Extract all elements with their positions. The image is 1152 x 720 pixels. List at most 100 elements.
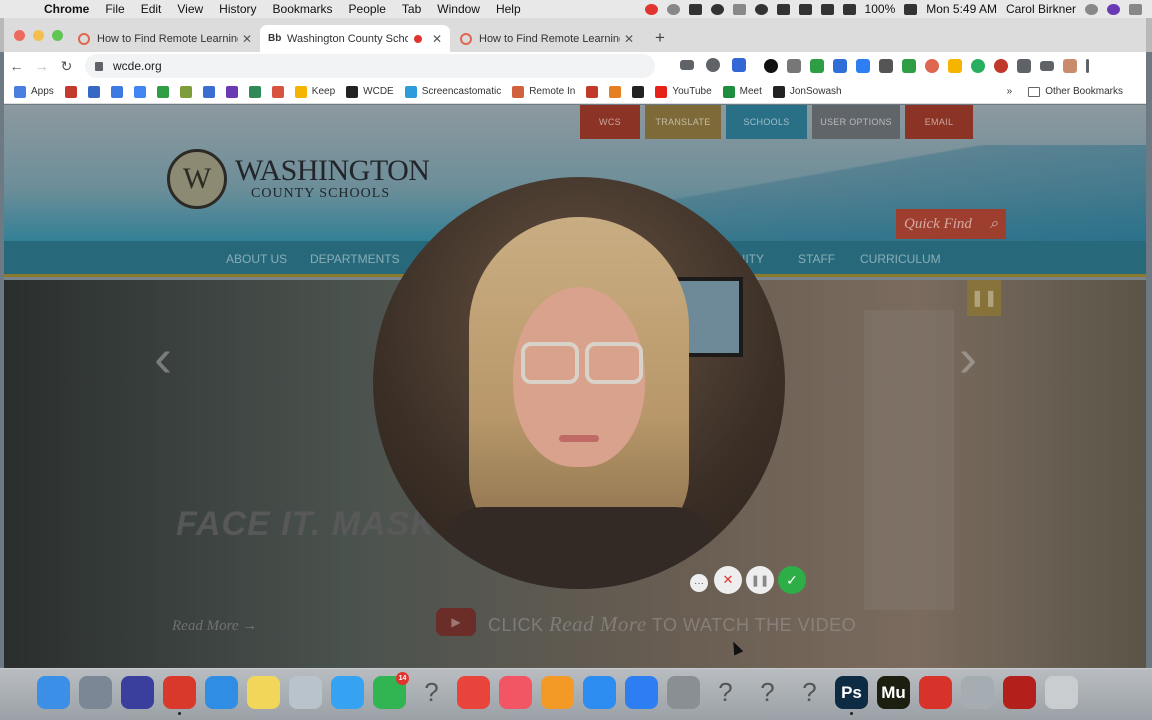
battery-icon[interactable]: [904, 3, 918, 15]
slide-prev-arrow-icon[interactable]: ‹: [154, 327, 172, 389]
tab-remote-learning-1[interactable]: How to Find Remote Learning S ✕: [70, 25, 260, 52]
camera-icon[interactable]: [680, 60, 694, 70]
bookmark-item[interactable]: [156, 85, 169, 98]
menu-bookmarks[interactable]: Bookmarks: [265, 2, 341, 16]
notes-icon[interactable]: [247, 676, 280, 709]
menu-user[interactable]: Carol Birkner: [1006, 2, 1076, 16]
menu-file[interactable]: File: [97, 2, 132, 16]
creative-cloud-icon[interactable]: [919, 676, 952, 709]
unknown-app-icon[interactable]: ?: [709, 676, 742, 709]
tab-washington-county[interactable]: Bb Washington County School ✕: [260, 25, 450, 52]
watch-video-caption[interactable]: CLICK Read More TO WATCH THE VIDEO: [488, 612, 856, 637]
menu-tab[interactable]: Tab: [394, 2, 429, 16]
zoom-icon[interactable]: [706, 58, 720, 72]
profile-avatar[interactable]: [1063, 59, 1077, 73]
launchpad-icon[interactable]: [79, 676, 112, 709]
extension-icon[interactable]: [971, 59, 985, 73]
bookmark-item[interactable]: [64, 85, 77, 98]
site-logo[interactable]: W WASHINGTON COUNTY SCHOOLS: [167, 149, 430, 209]
extension-icon[interactable]: [994, 59, 1008, 73]
close-tab-icon[interactable]: ✕: [242, 32, 252, 46]
extension-icon[interactable]: [902, 59, 916, 73]
bookmark-item[interactable]: WCDE: [346, 85, 394, 98]
bookmark-item[interactable]: [87, 85, 100, 98]
bookmark-item[interactable]: Screencastomatic: [404, 85, 501, 98]
safari-icon[interactable]: [205, 676, 238, 709]
bookmark-item[interactable]: [202, 85, 215, 98]
chevron-right-icon[interactable]: »: [1007, 86, 1013, 97]
bookmark-item[interactable]: [586, 85, 599, 98]
menu-help[interactable]: Help: [488, 2, 529, 16]
finder-icon[interactable]: [37, 676, 70, 709]
time-machine-icon[interactable]: [754, 3, 768, 15]
site-top-button[interactable]: TRANSLATE: [645, 105, 721, 139]
menu-window[interactable]: Window: [429, 2, 488, 16]
recorder-more-icon[interactable]: ···: [690, 574, 708, 592]
slide-next-arrow-icon[interactable]: ›: [959, 327, 977, 389]
app-store-icon[interactable]: [583, 676, 616, 709]
chrome-icon[interactable]: [163, 676, 196, 715]
site-top-button[interactable]: SCHOOLS: [726, 105, 807, 139]
new-tab-icon[interactable]: +: [655, 28, 665, 48]
reload-icon[interactable]: ↻: [54, 58, 79, 75]
facetime-icon[interactable]: 14: [373, 672, 409, 709]
recorder-done-icon[interactable]: ✓: [778, 566, 806, 594]
bookmark-item[interactable]: Remote In: [512, 85, 575, 98]
messages-icon[interactable]: [331, 676, 364, 709]
youtube-play-icon[interactable]: ▶: [436, 608, 476, 636]
zoom-icon[interactable]: [625, 676, 658, 709]
nav-about-us[interactable]: ABOUT US: [226, 252, 287, 266]
close-window-icon[interactable]: [14, 30, 25, 41]
site-top-button[interactable]: USER OPTIONS: [812, 105, 900, 139]
battery-percent[interactable]: 100%: [865, 2, 896, 16]
bookmark-item[interactable]: Apps: [14, 85, 54, 98]
trash-icon[interactable]: [1045, 676, 1078, 709]
menu-view[interactable]: View: [169, 2, 211, 16]
address-bar[interactable]: wcde.org: [85, 54, 655, 78]
unknown-app-icon[interactable]: ?: [751, 676, 784, 709]
wifi-icon[interactable]: [820, 3, 834, 15]
bookmark-item[interactable]: Keep: [294, 85, 335, 98]
volume-icon[interactable]: [842, 3, 856, 15]
bookmark-star-icon[interactable]: [732, 58, 746, 72]
microphone-icon[interactable]: [732, 3, 746, 15]
nav-staff[interactable]: STAFF: [798, 252, 835, 266]
minimize-window-icon[interactable]: [33, 30, 44, 41]
menu-clock[interactable]: Mon 5:49 AM: [926, 2, 997, 16]
bluetooth-icon[interactable]: [798, 3, 812, 15]
menu-edit[interactable]: Edit: [133, 2, 170, 16]
bookmark-item[interactable]: [133, 85, 146, 98]
extensions-puzzle-icon[interactable]: [1017, 59, 1031, 73]
forward-icon[interactable]: →: [29, 58, 54, 74]
close-tab-icon[interactable]: ✕: [624, 32, 634, 46]
lock-icon[interactable]: [95, 61, 103, 71]
extension-icon[interactable]: [925, 59, 939, 73]
close-tab-icon[interactable]: ✕: [432, 32, 442, 46]
siri-icon[interactable]: [1107, 3, 1120, 15]
airplay-icon[interactable]: [776, 3, 790, 15]
bookmark-item[interactable]: [179, 85, 192, 98]
zoom-window-icon[interactable]: [52, 30, 63, 41]
extension-icon[interactable]: [810, 59, 824, 73]
news-icon[interactable]: [457, 676, 490, 709]
unknown-app-icon[interactable]: ?: [415, 676, 448, 709]
cloud-icon[interactable]: [710, 3, 724, 15]
media-controls-icon[interactable]: [1040, 61, 1054, 71]
extension-icon[interactable]: [764, 59, 778, 73]
read-more-link[interactable]: Read More →: [172, 618, 257, 635]
site-top-button[interactable]: WCS: [580, 105, 640, 139]
bookmark-item[interactable]: [110, 85, 123, 98]
url-text[interactable]: wcde.org: [113, 59, 162, 73]
nav-departments[interactable]: DEPARTMENTS: [310, 252, 400, 266]
site-top-button[interactable]: EMAIL: [905, 105, 973, 139]
spotlight-icon[interactable]: [1085, 3, 1098, 15]
menu-people[interactable]: People: [341, 2, 394, 16]
bookmark-item[interactable]: YouTube: [655, 85, 712, 98]
siri-icon[interactable]: [121, 676, 154, 709]
bookmark-item[interactable]: [609, 85, 622, 98]
tab-remote-learning-2[interactable]: How to Find Remote Learning S ✕: [452, 25, 642, 52]
bookmark-item[interactable]: [225, 85, 238, 98]
extension-icon[interactable]: [879, 59, 893, 73]
music-icon[interactable]: [499, 676, 532, 709]
status-icon[interactable]: [666, 3, 680, 15]
